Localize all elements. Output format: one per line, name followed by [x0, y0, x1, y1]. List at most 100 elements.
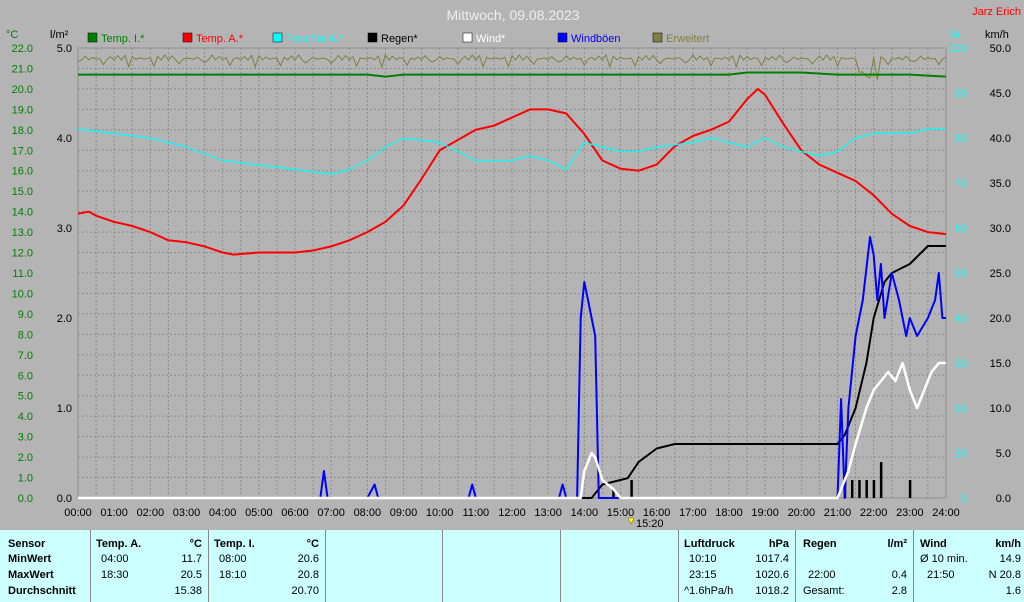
wind-unit: km/h: [995, 538, 1021, 550]
time-tick-label: 12:00: [498, 507, 526, 519]
temp-tick-label: 17.0: [12, 145, 33, 157]
temp-inside-max-time: 18:10: [219, 569, 247, 581]
rain-bar: [879, 462, 883, 498]
rain-tick-label: 3.0: [57, 223, 72, 235]
temp-tick-label: 13.0: [12, 227, 33, 239]
wind-head: Wind: [920, 538, 947, 550]
temp-outside-average: 15.38: [174, 585, 202, 597]
humidity-axis-unit: %: [950, 29, 960, 41]
wind-max-value: N 20.8: [988, 569, 1021, 581]
humidity-tick-label: 100: [949, 43, 967, 55]
weather-chart: Mittwoch, 09.08.2023 Jarz Erich °C l/m² …: [0, 0, 1024, 530]
time-tick-label: 04:00: [209, 507, 237, 519]
rain-tick-label: 0.0: [57, 493, 72, 505]
temp-tick-label: 15.0: [12, 186, 33, 198]
legend-label: Wind*: [476, 33, 506, 45]
wind-average: 1.6: [1005, 585, 1021, 597]
legend-label: Temp. A.*: [196, 33, 244, 45]
wind-avg-10min-value: 14.9: [999, 553, 1021, 565]
temp-inside-min-value: 20.6: [297, 553, 319, 565]
temp-tick-label: 8.0: [18, 329, 33, 341]
legend-swatch: [652, 32, 663, 43]
time-tick-label: 11:00: [462, 507, 489, 519]
wind-tick-label: 15.0: [990, 358, 1011, 370]
humidity-tick-label: 90: [955, 88, 967, 100]
wind-axis-unit: km/h: [985, 29, 1009, 41]
temp-outside-min-value: 11.7: [181, 553, 202, 565]
legend-label: Feuchte A.*: [286, 33, 344, 45]
legend-label: Regen*: [381, 33, 418, 45]
rain-tick-label: 4.0: [57, 133, 72, 145]
wind-tick-label: 25.0: [990, 268, 1011, 280]
pressure-unit: hPa: [768, 538, 789, 550]
temp-tick-label: 10.0: [12, 288, 33, 300]
rain-bar: [908, 480, 912, 498]
rain-bar: [865, 480, 868, 498]
wind-tick-label: 40.0: [990, 133, 1011, 145]
humidity-tick-label: 0: [961, 493, 967, 505]
legend-swatch: [182, 32, 193, 43]
rain-bar: [858, 480, 861, 498]
marker-label: 15:20: [636, 518, 664, 530]
temp-tick-label: 7.0: [18, 350, 33, 362]
wind-tick-label: 0.0: [996, 493, 1011, 505]
time-tick-label: 24:00: [932, 507, 960, 519]
pressure-trend: ^1.6hPa/h: [684, 585, 734, 597]
pressure-average: 1018.2: [755, 585, 789, 597]
pressure-max-value: 1020.6: [755, 569, 789, 581]
humidity-tick-label: 10: [955, 448, 967, 460]
time-tick-label: 09:00: [390, 507, 418, 519]
temp-tick-label: 9.0: [18, 309, 33, 321]
wind-avg-label: Ø 10 min.: [920, 553, 968, 565]
time-tick-label: 08:00: [354, 507, 382, 519]
rain-max-time: 22:00: [808, 569, 836, 581]
pressure-min-value: 1017.4: [755, 553, 789, 565]
pressure-head: Luftdruck: [684, 538, 735, 550]
rain-head: Regen: [803, 538, 837, 550]
temp-tick-label: 12.0: [12, 248, 33, 260]
temp-tick-label: 20.0: [12, 84, 33, 96]
humidity-tick-label: 40: [955, 313, 967, 325]
stats-rain-column: Regen l/m² 22:00 0.4 Gesamt: 2.8: [795, 530, 913, 602]
legend-swatch: [557, 32, 568, 43]
time-tick-label: 02:00: [137, 507, 165, 519]
rain-unit: l/m²: [887, 538, 907, 550]
time-tick-label: 03:00: [173, 507, 201, 519]
pressure-max-time: 23:15: [689, 569, 717, 581]
wind-tick-label: 45.0: [990, 88, 1011, 100]
legend-swatch: [272, 32, 283, 43]
stats-temp-inside-column: Temp. I. °C 08:00 20.6 18:10 20.8 20.70: [208, 530, 325, 602]
humidity-tick-label: 50: [955, 268, 967, 280]
time-tick-label: 19:00: [751, 507, 779, 519]
wind-tick-label: 35.0: [990, 178, 1011, 190]
time-tick-label: 05:00: [245, 507, 273, 519]
temp-tick-label: 6.0: [18, 370, 33, 382]
temp-inside-head: Temp. I.: [214, 538, 255, 550]
legend-swatch: [367, 32, 378, 43]
time-tick-label: 06:00: [281, 507, 309, 519]
temp-tick-label: 22.0: [12, 43, 33, 55]
temp-outside-max-time: 18:30: [101, 569, 129, 581]
temp-inside-average: 20.70: [291, 585, 319, 597]
pressure-min-time: 10:10: [689, 553, 717, 565]
legend-label: Erweitert: [666, 33, 709, 45]
wind-tick-label: 5.0: [996, 448, 1011, 460]
wind-tick-label: 50.0: [990, 43, 1011, 55]
rain-bar: [850, 480, 854, 498]
humidity-tick-label: 80: [955, 133, 967, 145]
legend-label: Windböen: [571, 33, 621, 45]
temp-tick-label: 11.0: [12, 268, 33, 280]
temp-tick-label: 2.0: [18, 452, 33, 464]
stats-labels-column: Sensor MinWert MaxWert Durchschnitt: [0, 530, 90, 602]
stats-empty-column-1: [325, 530, 442, 602]
stats-wind-column: Wind km/h Ø 10 min. 14.9 21:50 N 20.8 1.…: [913, 530, 1024, 602]
time-tick-label: 23:00: [896, 507, 924, 519]
wind-tick-label: 20.0: [990, 313, 1011, 325]
legend-swatch: [87, 32, 98, 43]
rain-tick-label: 5.0: [57, 43, 72, 55]
rain-bar: [872, 480, 876, 498]
temp-inside-unit: °C: [306, 538, 319, 550]
temp-outside-unit: °C: [189, 538, 202, 550]
temp-axis-unit: °C: [6, 29, 18, 41]
temp-tick-label: 1.0: [18, 473, 33, 485]
